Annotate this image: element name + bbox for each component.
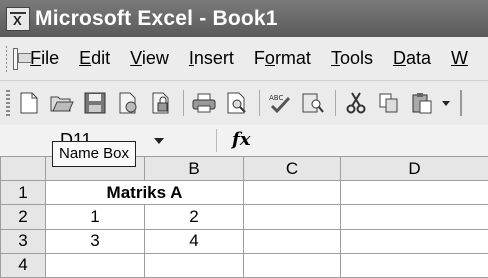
menu-tools[interactable]: Tools	[331, 48, 373, 69]
menu-window[interactable]: W	[451, 48, 468, 69]
toolbar-separator	[335, 90, 336, 116]
sheet-row: 3 3 4	[0, 228, 488, 254]
cell-c2[interactable]	[243, 204, 341, 230]
spelling-icon[interactable]: ABC	[267, 90, 293, 116]
toolbar-separator	[259, 90, 260, 116]
excel-app-icon[interactable]	[6, 6, 30, 31]
cell-d4[interactable]	[340, 252, 488, 278]
cell-a2[interactable]: 1	[45, 204, 145, 230]
standard-toolbar: ABC	[0, 81, 488, 126]
new-icon[interactable]	[16, 90, 42, 116]
toolbar-separator	[183, 90, 184, 116]
svg-text:ABC: ABC	[269, 94, 283, 102]
sheet-row: 2 1 2	[0, 204, 488, 230]
title-bar: Microsoft Excel - Book1	[0, 0, 488, 37]
print-preview-icon[interactable]	[224, 90, 250, 116]
cut-icon[interactable]	[343, 90, 369, 116]
menu-insert[interactable]: Insert	[189, 48, 234, 69]
sheet-row: 1 Matriks A	[0, 180, 488, 206]
row-header[interactable]: 2	[0, 204, 46, 230]
name-box-tooltip: Name Box	[52, 141, 137, 167]
menu-bar: File Edit View Insert Format Tools Data …	[0, 37, 488, 81]
worksheet-grid: B C D 1 Matriks A 2 1 2 3 3 4 4	[0, 155, 488, 278]
window-title: Microsoft Excel - Book1	[35, 6, 278, 30]
toolbar-grip-handle[interactable]	[6, 90, 10, 116]
menu-edit[interactable]: Edit	[79, 48, 110, 69]
toolbar-overflow-separator	[460, 90, 462, 116]
sheet-row: 4	[0, 252, 488, 278]
menu-grip-handle[interactable]	[6, 45, 7, 72]
document-icon[interactable]	[12, 47, 34, 70]
paste-dropdown-icon[interactable]	[442, 100, 450, 106]
cell-b4[interactable]	[144, 252, 244, 278]
row-header[interactable]: 3	[0, 228, 46, 254]
cell-a4[interactable]	[45, 252, 145, 278]
formula-divider	[216, 129, 217, 152]
cell-c3[interactable]	[243, 228, 341, 254]
column-header-b[interactable]: B	[144, 155, 244, 182]
row-header[interactable]: 1	[0, 180, 46, 206]
cell-c4[interactable]	[243, 252, 341, 278]
cell-a1-merged[interactable]: Matriks A	[45, 180, 244, 206]
permission-icon[interactable]	[115, 90, 141, 116]
cell-d1[interactable]	[340, 180, 488, 206]
column-header-d[interactable]: D	[340, 155, 488, 182]
cell-a3[interactable]: 3	[45, 228, 145, 254]
name-box-dropdown-icon[interactable]	[154, 138, 164, 144]
open-icon[interactable]	[49, 90, 75, 116]
print-icon[interactable]	[191, 90, 217, 116]
menu-format[interactable]: Format	[254, 48, 311, 69]
menu-view[interactable]: View	[130, 48, 169, 69]
cell-d3[interactable]	[340, 228, 488, 254]
save-icon[interactable]	[82, 90, 108, 116]
cell-c1[interactable]	[243, 180, 341, 206]
column-header-c[interactable]: C	[243, 155, 341, 182]
select-all-corner[interactable]	[0, 155, 46, 182]
research-icon[interactable]	[300, 90, 326, 116]
row-header[interactable]: 4	[0, 252, 46, 278]
menu-data[interactable]: Data	[393, 48, 431, 69]
cell-b2[interactable]: 2	[144, 204, 244, 230]
copy-icon[interactable]	[376, 90, 402, 116]
cell-d2[interactable]	[340, 204, 488, 230]
cell-b3[interactable]: 4	[144, 228, 244, 254]
menu-file[interactable]: File	[30, 48, 59, 69]
permission-lock-icon[interactable]	[148, 90, 174, 116]
paste-icon[interactable]	[409, 90, 435, 116]
insert-function-icon[interactable]: fx	[232, 129, 250, 150]
